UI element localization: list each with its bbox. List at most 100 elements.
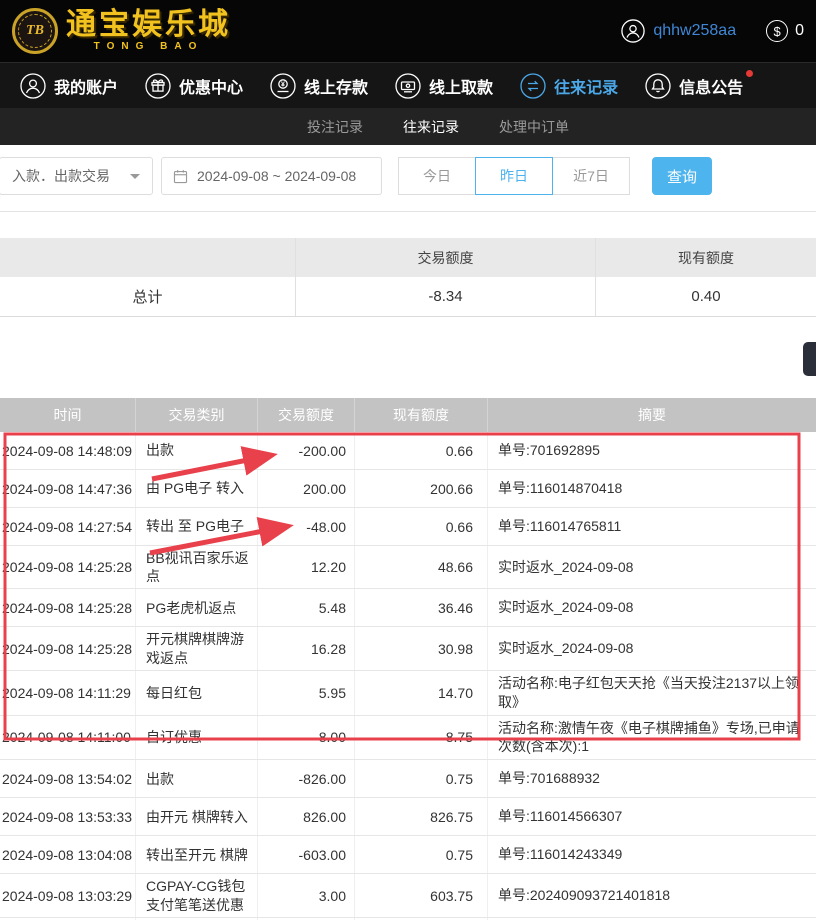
cell-time: 2024-09-08 13:54:02 — [0, 760, 136, 797]
cell-balance: 14.70 — [355, 671, 488, 715]
cell-balance: 0.75 — [355, 836, 488, 873]
table-row: 2024-09-08 14:25:28 BB视讯百家乐返点 12.20 48.6… — [0, 546, 816, 589]
tab-transaction-records[interactable]: 往来记录 — [403, 117, 459, 137]
nav-label: 线上取款 — [429, 74, 493, 98]
tab-betting-records[interactable]: 投注记录 — [307, 117, 363, 137]
nav-item-transactions[interactable]: 往来记录 — [520, 73, 618, 99]
brand-logo: TB 通宝娱乐城 TONG BAO — [12, 8, 231, 54]
wallet-balance: 0 — [795, 22, 804, 40]
cell-time: 2024-09-08 14:27:54 — [0, 508, 136, 545]
records-icon — [520, 73, 546, 99]
cell-type: CGPAY-CG钱包支付笔笔送优惠 — [136, 874, 258, 916]
nav-label: 线上存款 — [304, 74, 368, 98]
cell-amount: -200.00 — [258, 432, 355, 469]
last7days-button[interactable]: 近7日 — [552, 157, 630, 195]
cell-time: 2024-09-08 14:25:28 — [0, 627, 136, 669]
summary-header-row: 交易额度 现有额度 — [0, 238, 816, 277]
summary-total-balance: 0.40 — [596, 277, 816, 316]
brand-subtitle: TONG BAO — [94, 42, 204, 52]
user-account[interactable]: qhhw258aa — [621, 19, 736, 43]
table-row: 2024-09-08 13:04:08 转出至开元 棋牌 -603.00 0.7… — [0, 836, 816, 874]
table-row: 2024-09-08 14:25:28 PG老虎机返点 5.48 36.46 实… — [0, 589, 816, 627]
cell-type: 转出至开元 棋牌 — [136, 836, 258, 873]
cell-amount: 3.00 — [258, 874, 355, 916]
filter-bar: 入款．出款交易 2024-09-08 ~ 2024-09-08 今日 昨日 近7… — [0, 145, 816, 212]
cell-balance: 36.46 — [355, 589, 488, 626]
cell-time: 2024-09-08 13:03:29 — [0, 874, 136, 916]
cell-summary: 单号:116014243349 — [488, 836, 816, 873]
withdraw-icon — [395, 73, 421, 99]
cell-amount: -48.00 — [258, 508, 355, 545]
yesterday-button[interactable]: 昨日 — [475, 157, 553, 195]
table-row: 2024-09-08 13:53:33 由开元 棋牌转入 826.00 826.… — [0, 798, 816, 836]
nav-label: 信息公告 — [679, 74, 743, 98]
sub-nav: 投注记录 往来记录 处理中订单 — [0, 108, 816, 145]
user-icon — [20, 73, 46, 99]
tab-processing-orders[interactable]: 处理中订单 — [499, 117, 569, 137]
user-avatar-icon — [621, 19, 645, 43]
summary-header-balance: 现有额度 — [596, 238, 816, 277]
wallet-balance-widget[interactable]: $ 0 — [766, 20, 804, 42]
cell-summary: 单号:701688932 — [488, 760, 816, 797]
cell-balance: 8.75 — [355, 716, 488, 760]
cell-summary: 活动名称:激情午夜《电子棋牌捕鱼》专场,已申请次数(含本次):1 — [488, 716, 816, 760]
table-row: 2024-09-08 14:25:28 开元棋牌棋牌游戏返点 16.28 30.… — [0, 627, 816, 670]
cell-amount: 16.28 — [258, 627, 355, 669]
table-body: 2024-09-08 14:48:09 出款 -200.00 0.66 单号:7… — [0, 432, 816, 920]
cell-amount: 5.95 — [258, 671, 355, 715]
transaction-type-select[interactable]: 入款．出款交易 — [0, 157, 153, 195]
cell-amount: -603.00 — [258, 836, 355, 873]
top-right: qhhw258aa $ 0 — [621, 19, 804, 43]
cell-type: BB视讯百家乐返点 — [136, 546, 258, 588]
cell-balance: 603.75 — [355, 874, 488, 916]
date-range-value: 2024-09-08 ~ 2024-09-08 — [197, 168, 356, 184]
cell-type: 出款 — [136, 432, 258, 469]
casino-chip-icon: TB — [12, 8, 58, 54]
brand-title: 通宝娱乐城 — [66, 10, 231, 40]
page: TB 通宝娱乐城 TONG BAO qhhw258aa $ 0 — [0, 0, 816, 920]
table-row: 2024-09-08 14:27:54 转出 至 PG电子 -48.00 0.6… — [0, 508, 816, 546]
username: qhhw258aa — [653, 22, 736, 40]
cell-time: 2024-09-08 14:25:28 — [0, 589, 136, 626]
cell-time: 2024-09-08 14:47:36 — [0, 470, 136, 507]
brand-text: 通宝娱乐城 TONG BAO — [66, 10, 231, 52]
cell-summary: 单号:116014566307 — [488, 798, 816, 835]
nav-item-promotions[interactable]: 优惠中心 — [145, 73, 243, 99]
chevron-down-icon — [130, 174, 140, 179]
today-button[interactable]: 今日 — [398, 157, 476, 195]
cell-type: 每日红包 — [136, 671, 258, 715]
search-button[interactable]: 查询 — [652, 157, 712, 195]
main-nav: 我的账户 优惠中心 ¥ 线上存款 — [0, 62, 816, 108]
cell-balance: 0.66 — [355, 432, 488, 469]
cell-summary: 实时返水_2024-09-08 — [488, 627, 816, 669]
cell-type: 自订优惠 — [136, 716, 258, 760]
nav-item-deposit[interactable]: ¥ 线上存款 — [270, 73, 368, 99]
nav-item-my-account[interactable]: 我的账户 — [20, 73, 118, 99]
nav-item-withdraw[interactable]: 线上取款 — [395, 73, 493, 99]
cell-summary: 实时返水_2024-09-08 — [488, 546, 816, 588]
nav-label: 优惠中心 — [179, 74, 243, 98]
cell-balance: 48.66 — [355, 546, 488, 588]
cell-amount: 5.48 — [258, 589, 355, 626]
nav-item-announcements[interactable]: 信息公告 — [645, 73, 743, 99]
dollar-icon: $ — [766, 20, 788, 42]
cell-amount: 12.20 — [258, 546, 355, 588]
date-range-picker[interactable]: 2024-09-08 ~ 2024-09-08 — [161, 157, 382, 195]
gift-icon — [145, 73, 171, 99]
cell-time: 2024-09-08 14:48:09 — [0, 432, 136, 469]
cell-balance: 200.66 — [355, 470, 488, 507]
cell-summary: 实时返水_2024-09-08 — [488, 589, 816, 626]
cell-amount: 200.00 — [258, 470, 355, 507]
cell-type: 转出 至 PG电子 — [136, 508, 258, 545]
table-row: 2024-09-08 14:11:29 每日红包 5.95 14.70 活动名称… — [0, 671, 816, 716]
nav-label: 往来记录 — [554, 74, 618, 98]
cell-time: 2024-09-08 13:04:08 — [0, 836, 136, 873]
cell-balance: 0.75 — [355, 760, 488, 797]
cell-summary: 活动名称:电子红包天天抢《当天投注2137以上领取》 — [488, 671, 816, 715]
cell-balance: 0.66 — [355, 508, 488, 545]
header-balance: 现有额度 — [355, 398, 488, 432]
floating-widget[interactable] — [803, 342, 816, 376]
cell-type: 由 PG电子 转入 — [136, 470, 258, 507]
header-amount: 交易额度 — [258, 398, 355, 432]
table-row: 2024-09-08 14:47:36 由 PG电子 转入 200.00 200… — [0, 470, 816, 508]
